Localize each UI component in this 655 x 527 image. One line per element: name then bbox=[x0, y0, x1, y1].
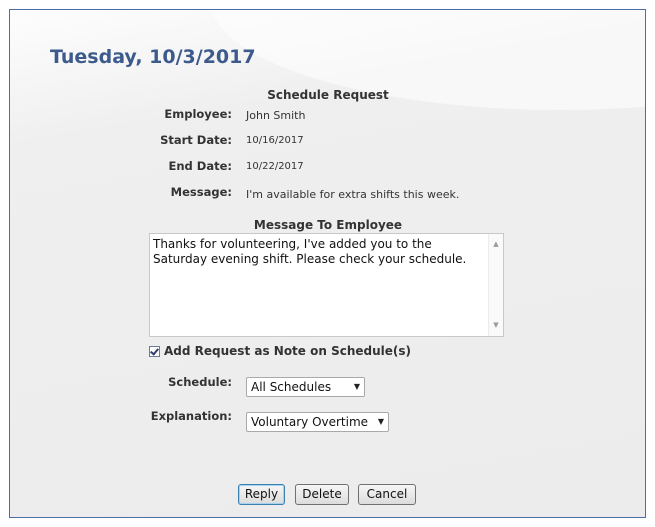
cancel-button[interactable]: Cancel bbox=[358, 484, 416, 505]
schedule-selected: All Schedules bbox=[251, 380, 332, 394]
start-date-value: 10/16/2017 bbox=[246, 135, 304, 146]
page-title: Tuesday, 10/3/2017 bbox=[50, 46, 256, 68]
start-date-label: Start Date: bbox=[160, 133, 232, 147]
end-date-value: 10/22/2017 bbox=[246, 161, 304, 172]
message-label: Message: bbox=[170, 185, 232, 199]
add-note-label[interactable]: Add Request as Note on Schedule(s) bbox=[164, 344, 411, 358]
explanation-label: Explanation: bbox=[150, 409, 232, 423]
arrow-down-icon[interactable]: ▼ bbox=[489, 318, 503, 333]
explanation-selected: Voluntary Overtime bbox=[251, 415, 369, 429]
schedule-request-heading: Schedule Request bbox=[267, 88, 389, 102]
message-to-employee-textarea[interactable]: Thanks for volunteering, I've added you … bbox=[149, 233, 504, 337]
schedule-request-dialog: Tuesday, 10/3/2017 Schedule Request Empl… bbox=[9, 9, 646, 518]
message-value: I'm available for extra shifts this week… bbox=[246, 188, 460, 201]
schedule-select[interactable]: All Schedules ▼ bbox=[246, 377, 365, 397]
delete-button[interactable]: Delete bbox=[295, 484, 349, 505]
add-note-checkbox[interactable] bbox=[149, 345, 160, 357]
schedule-label: Schedule: bbox=[168, 375, 232, 389]
chevron-down-icon: ▼ bbox=[353, 382, 360, 391]
message-to-employee-text[interactable]: Thanks for volunteering, I've added you … bbox=[153, 237, 483, 267]
arrow-up-icon[interactable]: ▲ bbox=[489, 237, 503, 252]
employee-value: John Smith bbox=[246, 109, 306, 122]
reply-button[interactable]: Reply bbox=[238, 484, 285, 505]
message-to-employee-heading: Message To Employee bbox=[253, 218, 403, 232]
textarea-scrollbar[interactable]: ▲ ▼ bbox=[488, 234, 503, 336]
chevron-down-icon: ▼ bbox=[377, 417, 384, 426]
end-date-label: End Date: bbox=[168, 159, 232, 173]
add-note-row[interactable]: Add Request as Note on Schedule(s) bbox=[149, 343, 411, 359]
explanation-select[interactable]: Voluntary Overtime ▼ bbox=[246, 412, 389, 432]
employee-label: Employee: bbox=[164, 107, 232, 121]
